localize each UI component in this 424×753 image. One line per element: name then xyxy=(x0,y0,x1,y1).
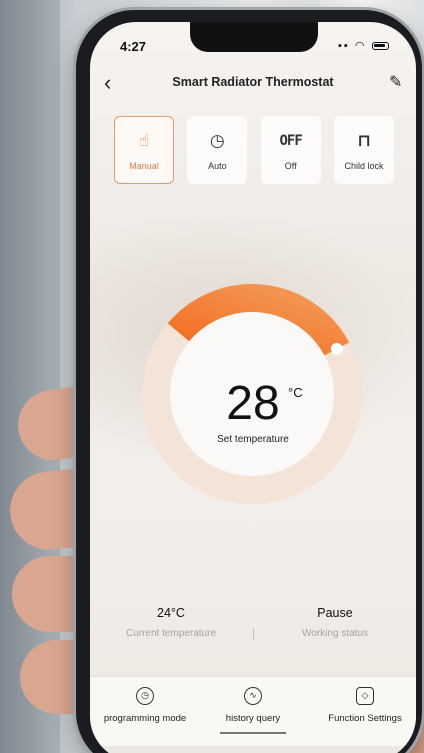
mode-label: Auto xyxy=(208,161,227,171)
set-temperature-value: 28 xyxy=(226,377,280,430)
app-screen: 4:27 ▪▪ ◠ ‹ Smart Radiator Thermostat ✎ … xyxy=(90,22,416,753)
lock-icon: ⊓ xyxy=(357,131,371,150)
clock-icon: ◷ xyxy=(209,131,225,150)
tab-function-settings[interactable]: ◇ Function Settings xyxy=(300,685,416,724)
pencil-icon[interactable]: ✎ xyxy=(389,72,402,92)
mode-auto-button[interactable]: ◷ Auto xyxy=(187,116,248,184)
mode-child-lock-button[interactable]: ⊓ Child lock xyxy=(333,116,394,184)
clock-icon: ◷ xyxy=(136,687,154,705)
temperature-unit: °C xyxy=(288,385,303,400)
mode-selector: ☝ Manual ◷ Auto OFF Off ⊓ Child lock xyxy=(114,116,394,186)
working-status-label: Working status xyxy=(302,628,368,639)
wifi-icon: ◠ xyxy=(354,40,367,52)
page-title: Smart Radiator Thermostat xyxy=(172,75,334,89)
stat-divider xyxy=(253,628,254,640)
set-temperature-label: Set temperature xyxy=(217,434,289,445)
mode-label: Off xyxy=(284,161,297,171)
tab-label: Function Settings xyxy=(328,713,402,724)
phone-notch xyxy=(190,22,318,52)
chart-wave-icon: ∿ xyxy=(244,687,262,705)
tab-history-query[interactable]: ∿ history query xyxy=(188,685,318,724)
dial-knob[interactable] xyxy=(330,342,343,355)
mode-off-button[interactable]: OFF Off xyxy=(260,116,321,184)
battery-icon xyxy=(371,42,389,51)
current-temperature-label: Current temperature xyxy=(125,628,217,639)
signal-icon: ▪▪ xyxy=(338,40,350,52)
mode-label: Manual xyxy=(129,161,159,171)
current-temperature-value: 24°C xyxy=(157,606,185,620)
working-status-stat: Pause Working status xyxy=(260,606,410,639)
off-icon: OFF xyxy=(279,133,303,149)
mode-label: Child lock xyxy=(344,161,384,171)
home-indicator xyxy=(220,732,286,734)
hand-pointer-icon: ☝ xyxy=(138,131,150,150)
cube-icon: ◇ xyxy=(356,687,374,705)
working-status-value: Pause xyxy=(317,606,353,620)
status-icons: ▪▪ ◠ xyxy=(338,39,389,52)
status-time: 4:27 xyxy=(120,39,147,54)
current-temperature-stat: 24°C Current temperature xyxy=(96,606,246,639)
tab-label: history query xyxy=(225,713,281,724)
bottom-tab-bar: ◷ programming mode ∿ history query ◇ Fun… xyxy=(90,676,416,746)
mode-manual-button[interactable]: ☝ Manual xyxy=(114,116,174,184)
